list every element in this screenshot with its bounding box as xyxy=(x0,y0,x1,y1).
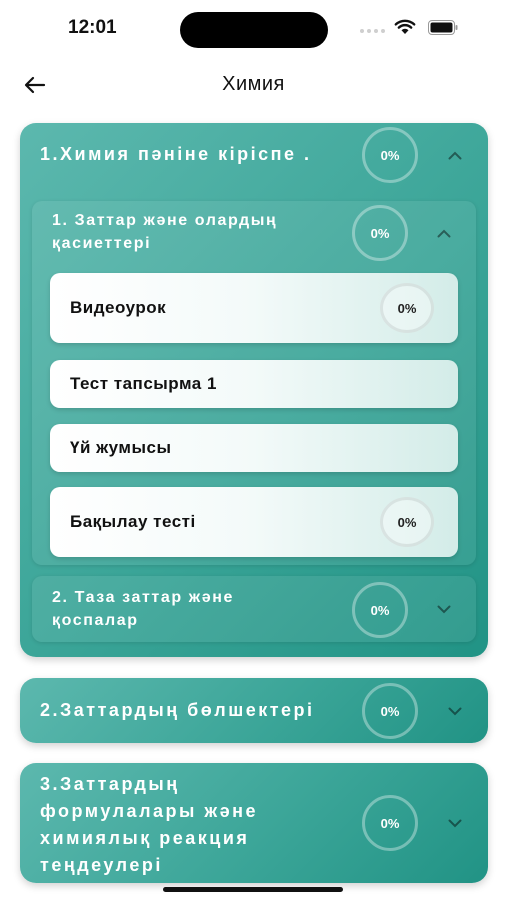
progress-value: 0% xyxy=(380,147,400,163)
lesson-item-homework[interactable]: Үй жумысы xyxy=(50,424,458,472)
expand-button[interactable] xyxy=(446,702,464,720)
collapse-button[interactable] xyxy=(435,224,453,242)
progress-ring: 0% xyxy=(362,683,418,739)
section-card-2[interactable]: 2.Заттардың бөлшектері 0% xyxy=(20,678,488,743)
topic-title[interactable]: 1. Заттар және олардың қасиеттері xyxy=(52,209,277,255)
lesson-item-control-test[interactable]: Бақылау тесті 0% xyxy=(50,487,458,557)
lesson-item-video[interactable]: Видеоурок 0% xyxy=(50,273,458,343)
status-bar: 12:01 xyxy=(0,0,507,60)
chevron-up-icon xyxy=(448,151,462,159)
expand-button[interactable] xyxy=(446,814,464,832)
progress-value: 0% xyxy=(370,225,390,241)
progress-ring: 0% xyxy=(352,582,408,638)
progress-value: 0% xyxy=(397,514,417,530)
section-title[interactable]: 1.Химия пәніне кіріспе . xyxy=(40,141,312,168)
topic-card-2[interactable]: 2. Таза заттар және қоспалар 0% xyxy=(32,576,476,642)
wifi-icon xyxy=(394,19,416,34)
section-card-3[interactable]: 3.Заттардың формулалары және химиялық ре… xyxy=(20,763,488,883)
lesson-label: Бақылау тесті xyxy=(70,512,196,531)
expand-button[interactable] xyxy=(435,600,453,618)
chevron-up-icon xyxy=(437,229,451,237)
progress-ring: 0% xyxy=(380,497,434,547)
chevron-down-icon xyxy=(437,605,451,613)
section-title: 2.Заттардың бөлшектері xyxy=(40,700,315,720)
battery-icon xyxy=(428,20,458,35)
page-title: Химия xyxy=(222,73,285,95)
topic-title-line: қасиеттері xyxy=(52,235,152,252)
chevron-down-icon xyxy=(448,707,462,715)
lesson-label: Видеоурок xyxy=(70,298,167,317)
section-card-1: 1.Химия пәніне кіріспе . 0% 1. Заттар жә… xyxy=(20,123,488,657)
progress-value: 0% xyxy=(397,300,417,316)
section-title-line: теңдеулері xyxy=(40,855,163,875)
section-title: 3.Заттардың формулалары және химиялық ре… xyxy=(40,771,258,879)
progress-ring: 0% xyxy=(380,283,434,333)
progress-ring: 0% xyxy=(362,795,418,851)
progress-value: 0% xyxy=(380,815,400,831)
topic-title-line: қоспалар xyxy=(52,612,139,629)
progress-ring: 0% xyxy=(362,127,418,183)
progress-value: 0% xyxy=(370,602,390,618)
home-indicator xyxy=(163,887,343,892)
progress-value: 0% xyxy=(380,703,400,719)
section-title-line: формулалары және xyxy=(40,801,259,821)
lesson-label: Тест тапсырма 1 xyxy=(70,374,217,393)
lesson-label: Үй жумысы xyxy=(70,438,172,457)
topic-title-line: 2. Таза заттар және xyxy=(52,589,234,606)
dynamic-island xyxy=(180,12,328,48)
signal-icon xyxy=(360,29,385,33)
status-time: 12:01 xyxy=(68,17,117,38)
topic-title: 2. Таза заттар және қоспалар xyxy=(52,586,234,632)
chevron-down-icon xyxy=(448,819,462,827)
collapse-button[interactable] xyxy=(446,146,464,164)
lesson-item-test[interactable]: Тест тапсырма 1 xyxy=(50,360,458,408)
section-title-line: химиялық реакция xyxy=(40,828,250,848)
topic-title-line: 1. Заттар және олардың xyxy=(52,212,278,229)
section-title-line: 3.Заттардың xyxy=(40,774,180,794)
progress-ring: 0% xyxy=(352,205,408,261)
topic-card-1: 1. Заттар және олардың қасиеттері 0% Вид… xyxy=(32,201,476,565)
